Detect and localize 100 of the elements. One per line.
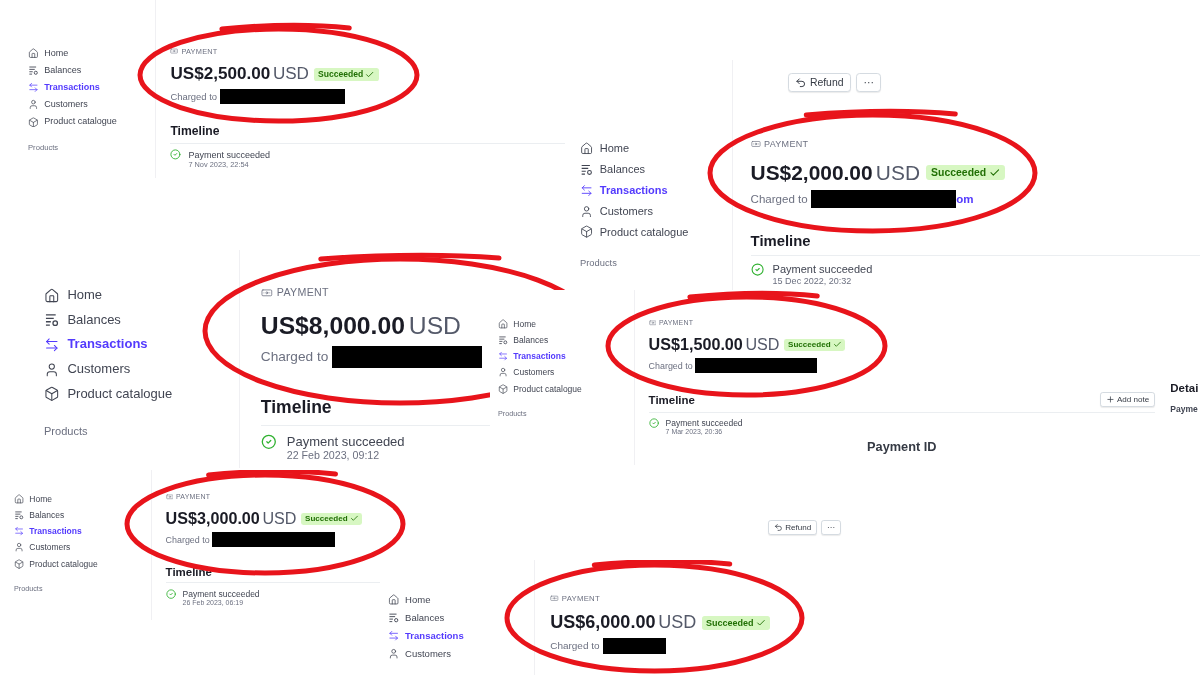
- nav-item[interactable]: Product catalogue: [28, 113, 117, 131]
- charged-to-label: Charged to: [260, 349, 329, 365]
- undo-icon: [795, 76, 807, 89]
- banknote-icon: [170, 47, 179, 56]
- undo-icon: [773, 523, 783, 532]
- check-icon: [988, 166, 1001, 179]
- event-title: Payment succeeded: [772, 263, 873, 276]
- section-label: Products: [44, 425, 88, 438]
- person-icon: [580, 204, 594, 218]
- nav-item[interactable]: Customers: [14, 539, 71, 556]
- nav-item[interactable]: Home: [28, 45, 69, 63]
- payment-amount: US$6,000.00: [550, 612, 656, 634]
- nav-item[interactable]: Customers: [44, 357, 131, 382]
- event-title: Payment succeeded: [182, 588, 260, 599]
- house-icon: [14, 493, 25, 505]
- more-button[interactable]: ···: [821, 520, 841, 536]
- person-icon: [28, 99, 39, 111]
- nav-item[interactable]: Product catalogue: [498, 380, 582, 397]
- payment-amount: US$2,500.00: [170, 64, 271, 85]
- event-title: Payment succeeded: [188, 149, 270, 160]
- customer-link[interactable]: om: [956, 192, 974, 205]
- arrows-icon: [44, 336, 60, 353]
- nav-item[interactable]: Customers: [28, 96, 88, 114]
- banknote-icon: [260, 286, 273, 299]
- check-icon: [349, 514, 359, 524]
- nav-item[interactable]: Home: [44, 283, 103, 308]
- list-icon: [580, 162, 594, 176]
- section-label: Products: [580, 258, 617, 269]
- nav-item[interactable]: Product catalogue: [44, 381, 173, 407]
- box-icon: [28, 116, 39, 128]
- check-circle-icon: [648, 417, 659, 428]
- banknote-icon: [648, 319, 657, 327]
- nav-item[interactable]: Product catalogue: [14, 555, 98, 572]
- payment-label: PAYMENT: [750, 138, 809, 151]
- nav-item[interactable]: Home: [580, 138, 630, 159]
- charged-to-label: Charged to: [170, 90, 218, 102]
- payment-amount: US$8,000.00: [260, 311, 405, 340]
- person-icon: [388, 648, 400, 660]
- house-icon: [388, 594, 400, 606]
- house-icon: [28, 48, 39, 59]
- nav-item[interactable]: Transactions: [580, 179, 668, 201]
- nav-item[interactable]: Balances: [44, 307, 121, 333]
- nav-item[interactable]: Balances: [498, 332, 549, 349]
- status-badge: Succeeded: [926, 164, 1005, 181]
- event-date: 22 Feb 2023, 09:12: [286, 449, 380, 462]
- box-icon: [580, 225, 594, 239]
- timeline-heading: Timeline: [260, 397, 332, 419]
- nav-item[interactable]: Balances: [388, 609, 445, 628]
- arrows-icon: [498, 351, 509, 362]
- nav-item[interactable]: Home: [498, 316, 536, 333]
- detail-heading: Payment ID: [867, 438, 937, 454]
- status-badge: Succeeded: [784, 338, 846, 351]
- nav-item[interactable]: Transactions: [28, 79, 100, 97]
- banknote-icon: [165, 493, 174, 501]
- person-icon: [14, 542, 25, 553]
- person-icon: [498, 367, 509, 378]
- timeline-heading: Timeline: [750, 233, 811, 250]
- nav-item[interactable]: Transactions: [498, 348, 566, 365]
- house-icon: [580, 141, 594, 156]
- nav-item[interactable]: Balances: [580, 158, 646, 180]
- plus-icon: [1105, 395, 1115, 405]
- person-icon: [44, 361, 60, 378]
- status-badge: Succeeded: [301, 512, 363, 525]
- list-icon: [28, 65, 39, 77]
- redaction-bar: [602, 637, 666, 654]
- charged-to-label: Charged to: [750, 192, 808, 205]
- box-icon: [14, 558, 25, 569]
- event-date: 15 Dec 2022, 20:32: [772, 275, 852, 286]
- check-icon: [832, 340, 842, 350]
- charged-to-label: Charged to: [648, 360, 693, 371]
- house-icon: [44, 287, 60, 304]
- nav-item[interactable]: Customers: [580, 200, 653, 222]
- nav-item[interactable]: Transactions: [14, 523, 82, 540]
- nav-item[interactable]: Home: [14, 491, 52, 508]
- payment-amount: US$3,000.00: [165, 509, 260, 529]
- nav-item[interactable]: Home: [388, 591, 431, 610]
- arrows-icon: [388, 630, 400, 642]
- arrows-icon: [14, 526, 25, 537]
- refund-button[interactable]: Refund: [788, 73, 851, 92]
- list-icon: [498, 335, 509, 346]
- refund-button[interactable]: Refund: [768, 520, 817, 536]
- nav-item[interactable]: Transactions: [388, 627, 464, 646]
- status-badge: Succeeded: [314, 67, 379, 82]
- add-note-button[interactable]: Add note: [1099, 392, 1155, 408]
- check-circle-icon: [170, 149, 182, 161]
- check-icon: [365, 69, 375, 80]
- nav-item[interactable]: Transactions: [44, 332, 148, 358]
- more-button[interactable]: ···: [856, 73, 882, 92]
- detail-label: Payme: [1170, 404, 1199, 415]
- check-icon: [755, 617, 766, 628]
- nav-item[interactable]: Balances: [28, 62, 82, 80]
- nav-item[interactable]: Customers: [498, 364, 555, 381]
- nav-item[interactable]: Product catalogue: [580, 221, 689, 243]
- currency-label: USD: [745, 335, 780, 355]
- arrows-icon: [28, 82, 39, 94]
- charged-to-label: Charged to: [165, 534, 210, 545]
- nav-item[interactable]: Customers: [388, 645, 451, 664]
- event-title: Payment succeeded: [665, 417, 743, 428]
- nav-item[interactable]: Balances: [14, 507, 65, 524]
- timeline-heading: Timeline: [165, 566, 212, 579]
